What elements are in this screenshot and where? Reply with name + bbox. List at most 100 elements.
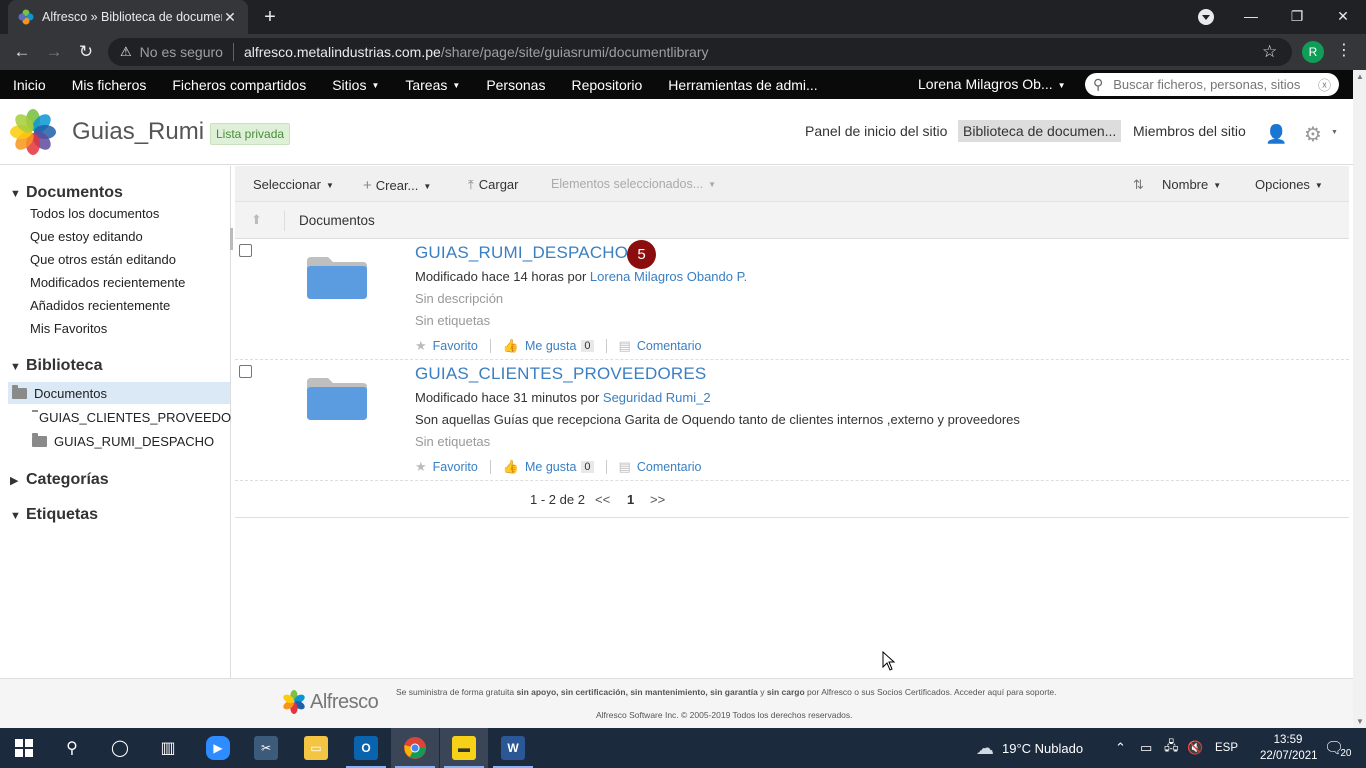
folder-icon[interactable]: [306, 255, 368, 299]
sort-direction-icon[interactable]: ⇅: [1133, 177, 1144, 193]
browser-tab-active[interactable]: Alfresco » Biblioteca de documen ✕: [8, 0, 248, 34]
current-page[interactable]: 1: [627, 492, 634, 507]
nav-inicio[interactable]: Inicio: [0, 77, 59, 93]
windows-start-icon[interactable]: [0, 728, 48, 768]
filter-editing-others[interactable]: Que otros están editando: [30, 252, 176, 267]
options-menu[interactable]: Opciones ▼: [1255, 177, 1323, 192]
filter-recently-added[interactable]: Añadidos recientemente: [30, 298, 170, 313]
alfresco-logo[interactable]: [8, 107, 58, 157]
support-link[interactable]: Acceder aquí para soporte.: [954, 687, 1057, 697]
zoom-app-icon[interactable]: ▶: [194, 728, 242, 768]
library-header[interactable]: ▼ Biblioteca: [10, 357, 102, 375]
upload-button[interactable]: ⤒ Cargar: [468, 177, 519, 193]
favorite-link[interactable]: Favorito: [433, 460, 478, 474]
user-menu[interactable]: Lorena Milagros Ob... ▼: [905, 70, 1079, 100]
nav-tareas[interactable]: Tareas ▼: [392, 77, 473, 93]
add-user-icon[interactable]: 👤: [1265, 124, 1287, 145]
categories-header[interactable]: ▶ Categorías: [10, 471, 109, 489]
nav-personas[interactable]: Personas: [473, 77, 558, 93]
forward-arrow-icon[interactable]: →: [42, 40, 66, 64]
comment-icon[interactable]: ▤: [619, 459, 631, 475]
sticky-notes-icon[interactable]: ▬: [440, 728, 488, 768]
select-menu[interactable]: Seleccionar ▼: [253, 177, 334, 192]
window-close-icon[interactable]: ✕: [1320, 0, 1366, 34]
clear-search-icon[interactable]: ⓧ: [1318, 75, 1331, 94]
tools-app-icon[interactable]: ✂: [242, 728, 290, 768]
tray-overflow-icon[interactable]: ⌃: [1115, 728, 1126, 768]
footer-logo[interactable]: Alfresco: [281, 689, 379, 715]
filter-all-documents[interactable]: Todos los documentos: [30, 206, 159, 221]
global-search-input[interactable]: [1113, 77, 1314, 92]
scroll-up-icon[interactable]: ▲: [1356, 72, 1364, 81]
next-page-link[interactable]: >>: [650, 492, 665, 507]
profile-avatar[interactable]: R: [1302, 41, 1324, 63]
like-link[interactable]: Me gusta: [525, 339, 576, 353]
file-explorer-icon[interactable]: ▭: [292, 728, 340, 768]
thumbs-up-icon[interactable]: 👍: [503, 338, 519, 354]
item-modifier-link[interactable]: Lorena Milagros Obando P.: [590, 269, 747, 284]
address-bar[interactable]: ⚠ No es seguro alfresco.metalindustrias.…: [108, 38, 1292, 66]
restore-icon[interactable]: ❐: [1274, 0, 1320, 34]
favorite-link[interactable]: Favorito: [433, 339, 478, 353]
gear-icon[interactable]: ⚙: [1304, 122, 1322, 147]
filter-editing-me[interactable]: Que estoy editando: [30, 229, 143, 244]
site-nav-members[interactable]: Miembros del sitio: [1133, 123, 1246, 139]
nav-mis-ficheros[interactable]: Mis ficheros: [59, 77, 160, 93]
sidebar-splitter[interactable]: [230, 228, 233, 250]
taskbar-clock[interactable]: 13:59 22/07/2021: [1260, 732, 1318, 764]
volume-muted-icon[interactable]: 🔇: [1187, 728, 1203, 768]
page-scrollbar[interactable]: ▲ ▼: [1353, 70, 1366, 728]
task-view-icon[interactable]: ▥: [144, 728, 192, 768]
close-tab-icon[interactable]: ✕: [222, 9, 238, 26]
tree-node-guias-rumi[interactable]: GUIAS_RUMI_DESPACHO: [32, 433, 214, 449]
comment-link[interactable]: Comentario: [637, 460, 702, 474]
tree-node-documentos[interactable]: Documentos: [12, 385, 107, 401]
documents-filter-header[interactable]: ▼ Documentos: [10, 184, 123, 202]
nav-herramientas-admin[interactable]: Herramientas de admi...: [655, 77, 830, 93]
site-nav-dashboard[interactable]: Panel de inicio del sitio: [805, 123, 947, 139]
search-icon[interactable]: ⚲: [48, 728, 96, 768]
tree-node-guias-clientes[interactable]: GUIAS_CLIENTES_PROVEEDORES: [32, 410, 231, 425]
site-nav-document-library[interactable]: Biblioteca de documen...: [958, 120, 1122, 142]
scroll-down-icon[interactable]: ▼: [1356, 717, 1364, 726]
certified-partners-link[interactable]: Socios Certificados: [877, 687, 950, 697]
row-checkbox[interactable]: [239, 365, 252, 378]
create-menu[interactable]: + Crear... ▼: [363, 177, 431, 194]
bookmark-star-icon[interactable]: ☆: [1262, 42, 1277, 62]
tags-header[interactable]: ▼ Etiquetas: [10, 506, 98, 524]
folder-up-icon[interactable]: ⬆: [251, 212, 267, 227]
nav-sitios[interactable]: Sitios ▼: [319, 77, 392, 93]
comment-icon[interactable]: ▤: [619, 338, 631, 354]
filter-recently-modified[interactable]: Modificados recientemente: [30, 275, 185, 290]
sort-field-menu[interactable]: Nombre ▼: [1162, 177, 1221, 192]
cortana-icon[interactable]: ◯: [96, 728, 144, 768]
minimize-icon[interactable]: —: [1228, 0, 1274, 34]
previous-page-link[interactable]: <<: [595, 492, 610, 507]
outlook-icon[interactable]: O: [342, 728, 390, 768]
breadcrumb[interactable]: Documentos: [299, 213, 375, 228]
item-name-link[interactable]: GUIAS_CLIENTES_PROVEEDORES: [415, 364, 706, 384]
chrome-icon[interactable]: [391, 728, 439, 768]
comment-link[interactable]: Comentario: [637, 339, 702, 353]
row-checkbox[interactable]: [239, 244, 252, 257]
browser-menu-icon[interactable]: ⋮: [1336, 40, 1352, 60]
like-link[interactable]: Me gusta: [525, 460, 576, 474]
network-icon[interactable]: 🖧: [1164, 728, 1179, 768]
folder-icon[interactable]: [306, 376, 368, 420]
back-arrow-icon[interactable]: ←: [10, 40, 34, 64]
word-icon[interactable]: W: [489, 728, 537, 768]
thumbs-up-icon[interactable]: 👍: [503, 459, 519, 475]
tab-search-icon[interactable]: [1198, 9, 1214, 25]
notification-center-icon[interactable]: 🗨 20: [1324, 728, 1351, 768]
item-modifier-link[interactable]: Seguridad Rumi_2: [603, 390, 711, 405]
selected-items-menu[interactable]: Elementos seleccionados... ▼: [551, 177, 716, 191]
weather-widget[interactable]: ☁ 19°C Nublado: [976, 728, 1083, 768]
filter-favorites[interactable]: Mis Favoritos: [30, 321, 107, 336]
star-icon[interactable]: ★: [415, 338, 427, 354]
language-indicator[interactable]: ESP: [1215, 728, 1238, 768]
new-tab-button[interactable]: +: [258, 5, 282, 29]
reload-icon[interactable]: ↻: [74, 40, 98, 64]
nav-repositorio[interactable]: Repositorio: [558, 77, 655, 93]
star-icon[interactable]: ★: [415, 459, 427, 475]
battery-icon[interactable]: ▭: [1140, 728, 1152, 768]
